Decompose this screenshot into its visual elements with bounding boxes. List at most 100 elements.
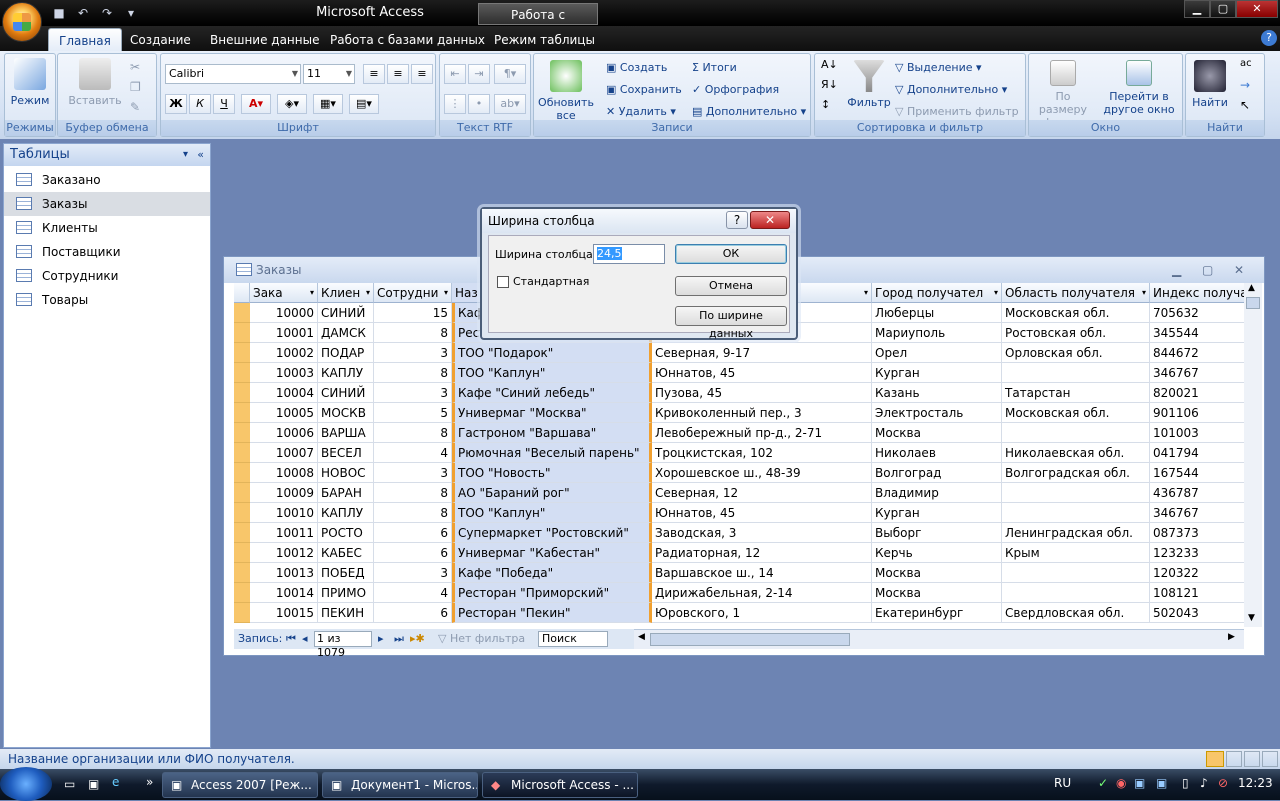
toggle-filter-button[interactable]: ▽ Применить фильтр — [895, 102, 1019, 122]
table-cell[interactable]: Владимир — [872, 483, 1002, 503]
table-cell[interactable]: НОВОС — [318, 463, 374, 483]
table-cell[interactable]: 087373 — [1150, 523, 1244, 543]
ok-button[interactable]: ОК — [675, 244, 787, 264]
table-cell[interactable]: 3 — [374, 463, 452, 483]
table-cell[interactable]: Пузова, 45 — [652, 383, 872, 403]
tab-create[interactable]: Создание — [120, 28, 201, 52]
scroll-right-icon[interactable]: ▶ — [1228, 632, 1235, 642]
table-cell[interactable]: Крым — [1002, 543, 1150, 563]
row-selector[interactable] — [234, 503, 250, 523]
show-desktop-icon[interactable]: ▭ — [64, 777, 75, 791]
search-input[interactable]: Поиск — [538, 631, 608, 647]
table-cell[interactable]: 10010 — [250, 503, 318, 523]
table-cell[interactable]: ВЕСЕЛ — [318, 443, 374, 463]
table-cell[interactable]: 8 — [374, 423, 452, 443]
table-cell[interactable]: 901106 — [1150, 403, 1244, 423]
table-cell[interactable]: ПОДАР — [318, 343, 374, 363]
font-color-button[interactable]: A▾ — [241, 94, 271, 114]
numbering-button[interactable]: ⋮ — [444, 94, 466, 114]
table-cell[interactable]: 10012 — [250, 543, 318, 563]
replace-icon[interactable]: ac — [1240, 58, 1252, 69]
table-cell[interactable]: ТОО "Каплун" — [452, 363, 652, 383]
row-selector[interactable] — [234, 563, 250, 583]
tab-datasheet[interactable]: Режим таблицы — [484, 28, 605, 52]
table-cell[interactable]: КАПЛУ — [318, 503, 374, 523]
nav-item-orders[interactable]: Заказы — [4, 192, 210, 216]
table-cell[interactable] — [1002, 503, 1150, 523]
refresh-all-button[interactable]: Обновить все — [536, 60, 596, 122]
table-cell[interactable]: Московская обл. — [1002, 403, 1150, 423]
table-cell[interactable]: ВАРША — [318, 423, 374, 443]
table-cell[interactable]: 10005 — [250, 403, 318, 423]
more-quicklaunch-icon[interactable]: » — [146, 775, 153, 789]
table-cell[interactable]: 041794 — [1150, 443, 1244, 463]
office-button[interactable] — [2, 2, 42, 42]
table-cell[interactable]: Левобережный пр-д., 2-71 — [652, 423, 872, 443]
save-record-button[interactable]: ▣ Сохранить — [606, 80, 682, 100]
table-cell[interactable]: ДАМСК — [318, 323, 374, 343]
table-cell[interactable]: Волгоградская обл. — [1002, 463, 1150, 483]
table-cell[interactable]: Хорошевское ш., 48-39 — [652, 463, 872, 483]
chevron-down-icon[interactable]: ▾ — [1142, 283, 1146, 302]
table-cell[interactable]: Электросталь — [872, 403, 1002, 423]
table-cell[interactable]: Юннатов, 45 — [652, 503, 872, 523]
delete-record-button[interactable]: ✕ Удалить ▾ — [606, 102, 676, 122]
find-button[interactable]: Найти — [1188, 60, 1232, 109]
table-cell[interactable]: 4 — [374, 443, 452, 463]
internet-explorer-icon[interactable]: e — [112, 775, 119, 789]
table-cell[interactable]: 123233 — [1150, 543, 1244, 563]
table-cell[interactable]: 120322 — [1150, 563, 1244, 583]
table-cell[interactable]: Москва — [872, 563, 1002, 583]
table-cell[interactable]: Москва — [872, 583, 1002, 603]
row-selector[interactable] — [234, 463, 250, 483]
maximize-icon[interactable]: ▢ — [1202, 257, 1213, 283]
table-cell[interactable]: 10000 — [250, 303, 318, 323]
standard-checkbox[interactable] — [497, 276, 509, 288]
chevron-down-icon[interactable]: ▾ — [864, 283, 868, 302]
chevron-down-icon[interactable]: ▾ — [994, 283, 998, 302]
table-cell[interactable]: 346767 — [1150, 503, 1244, 523]
table-cell[interactable]: Супермаркет "Ростовский" — [452, 523, 652, 543]
table-cell[interactable]: Орел — [872, 343, 1002, 363]
table-cell[interactable]: Москва — [872, 423, 1002, 443]
table-cell[interactable]: Люберцы — [872, 303, 1002, 323]
row-selector[interactable] — [234, 583, 250, 603]
new-record-icon[interactable]: ▸✱ — [410, 629, 425, 649]
close-icon[interactable]: ✕ — [1234, 257, 1244, 283]
help-icon[interactable]: ? — [1261, 30, 1277, 46]
table-cell[interactable]: Екатеринбург — [872, 603, 1002, 623]
volume-icon[interactable]: ♪ — [1200, 776, 1208, 790]
filter-button[interactable]: Фильтр — [845, 60, 893, 109]
spelling-button[interactable]: ✓ Орфография — [692, 80, 779, 100]
table-cell[interactable]: 844672 — [1150, 343, 1244, 363]
table-cell[interactable]: 167544 — [1150, 463, 1244, 483]
row-selector[interactable] — [234, 363, 250, 383]
help-icon[interactable]: ? — [726, 211, 748, 229]
gridlines-button[interactable]: ▦▾ — [313, 94, 343, 114]
sort-descending-icon[interactable]: Я↓ — [821, 78, 838, 91]
table-cell[interactable]: 5 — [374, 403, 452, 423]
task-access-2007[interactable]: ▣ Access 2007 [Реж... — [162, 772, 318, 798]
fit-form-button[interactable]: По размеру формы — [1031, 60, 1095, 129]
table-cell[interactable]: Кафе "Синий лебедь" — [452, 383, 652, 403]
table-cell[interactable]: 3 — [374, 343, 452, 363]
maximize-button[interactable]: ▢ — [1210, 0, 1236, 18]
table-cell[interactable]: 10001 — [250, 323, 318, 343]
table-cell[interactable]: 10006 — [250, 423, 318, 443]
table-cell[interactable]: Рюмочная "Веселый парень" — [452, 443, 652, 463]
table-cell[interactable]: 8 — [374, 483, 452, 503]
table-cell[interactable]: 3 — [374, 383, 452, 403]
advanced-filter-button[interactable]: ▽ Дополнительно ▾ — [895, 80, 1007, 100]
mode-button[interactable]: Режим — [7, 58, 53, 107]
row-selector[interactable] — [234, 443, 250, 463]
table-cell[interactable]: 436787 — [1150, 483, 1244, 503]
table-cell[interactable]: Татарстан — [1002, 383, 1150, 403]
table-cell[interactable]: 4 — [374, 583, 452, 603]
select-icon[interactable]: ↖ — [1240, 98, 1250, 112]
table-cell[interactable]: Орловская обл. — [1002, 343, 1150, 363]
table-cell[interactable]: ТОО "Каплун" — [452, 503, 652, 523]
table-cell[interactable]: 820021 — [1150, 383, 1244, 403]
table-cell[interactable]: ПЕКИН — [318, 603, 374, 623]
start-button[interactable] — [0, 767, 52, 801]
table-cell[interactable]: ТОО "Подарок" — [452, 343, 652, 363]
